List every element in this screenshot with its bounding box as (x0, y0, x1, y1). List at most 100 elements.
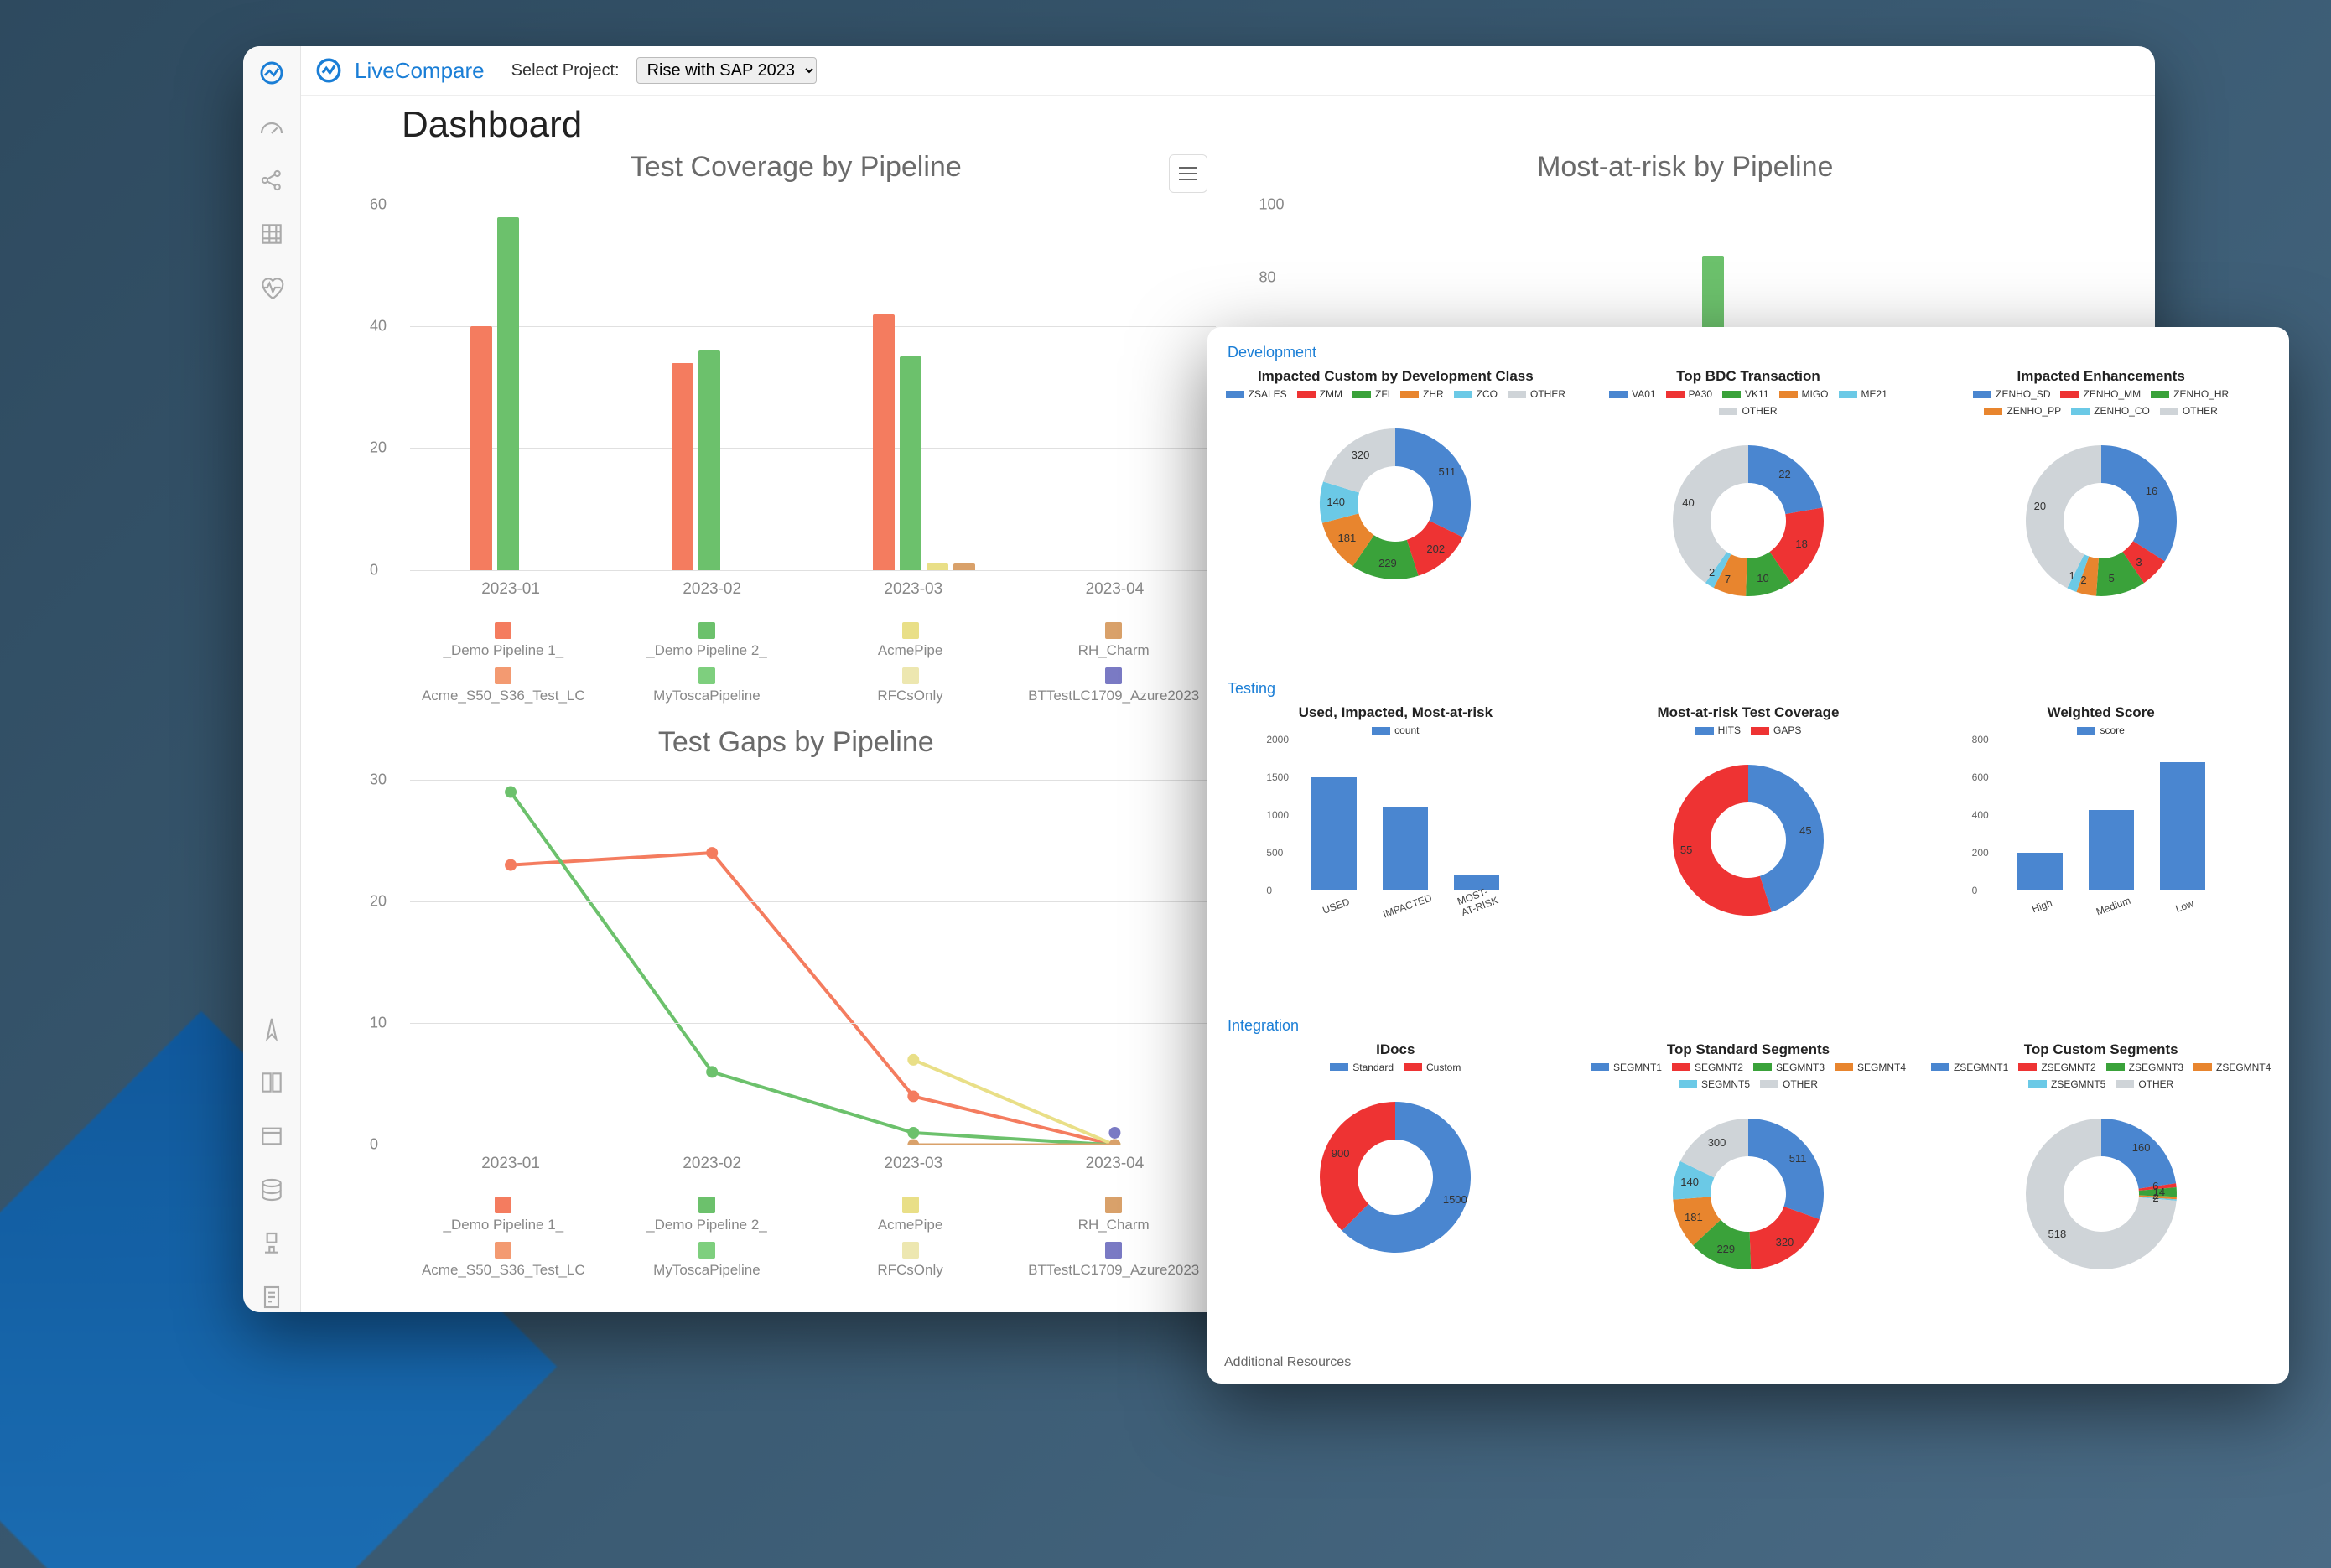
legend-item[interactable]: Acme_S50_S36_Test_LC (422, 1242, 585, 1279)
x-tick: 2023-03 (884, 580, 942, 599)
y-tick: 20 (370, 439, 387, 457)
legend-item[interactable]: _Demo Pipeline 1_ (443, 622, 563, 659)
mini-chart-idocs: IDocsStandardCustom1500900 (1224, 1041, 1567, 1350)
bar (698, 350, 720, 569)
legend-item: SEGMNT3 (1753, 1062, 1825, 1073)
legend-item[interactable]: RH_Charm (1078, 622, 1150, 659)
slice-label: 900 (1332, 1147, 1350, 1160)
grid-icon[interactable] (257, 219, 287, 249)
section-development[interactable]: Development (1228, 344, 2272, 361)
slice-label: 140 (1680, 1176, 1699, 1188)
slice-label: 181 (1337, 532, 1356, 544)
legend-item[interactable]: Acme_S50_S36_Test_LC (422, 667, 585, 704)
legend-item: ZENHO_HR (2151, 388, 2229, 400)
chart-menu-icon[interactable] (1169, 154, 1207, 193)
page-title: Dashboard (301, 96, 2155, 146)
legend-item: ZENHO_MM (2060, 388, 2141, 400)
mini-chart-topBDC: Top BDC TransactionVA01PA30VK11MIGOME21O… (1577, 368, 1920, 677)
brush-icon[interactable] (257, 1228, 287, 1259)
mini-chart-usedImpacted: Used, Impacted, Most-at-riskcount0500100… (1224, 704, 1567, 1013)
slice-label: 229 (1378, 557, 1397, 569)
pipeline-legend: _Demo Pipeline 1_ _Demo Pipeline 2_ AcmePi… (402, 1197, 1216, 1279)
legend-item: GAPS (1751, 724, 1801, 736)
y-tick: 30 (370, 771, 387, 788)
legend-item: ZENHO_CO (2071, 405, 2150, 417)
database-icon[interactable] (257, 1175, 287, 1205)
mini-title: Top Standard Segments (1667, 1041, 1830, 1058)
slice-label: 140 (1326, 496, 1345, 508)
legend-item[interactable]: RFCsOnly (877, 667, 942, 704)
sidebar (243, 46, 301, 1312)
section-integration[interactable]: Integration (1228, 1017, 2272, 1035)
legend-item[interactable]: RH_Charm (1078, 1197, 1150, 1233)
slice-label: 16 (2146, 485, 2157, 497)
legend-item: ZENHO_PP (1984, 405, 2061, 417)
y-tick: 10 (370, 1014, 387, 1031)
bar (900, 356, 921, 569)
legend-item: ME21 (1839, 388, 1887, 400)
bar (873, 314, 895, 570)
legend-item: Custom (1404, 1062, 1461, 1073)
x-tick: 2023-04 (1086, 1155, 1145, 1173)
book-icon[interactable] (257, 1067, 287, 1098)
x-tick: 2023-01 (481, 1155, 540, 1173)
bar (1311, 777, 1357, 890)
legend-item: ZSALES (1226, 388, 1287, 400)
mini-title: Weighted Score (2048, 704, 2155, 721)
additional-resources-link[interactable]: Additional Resources (1224, 1355, 2272, 1370)
section-testing[interactable]: Testing (1228, 680, 2272, 698)
slice-label: 55 (1680, 844, 1692, 856)
legend-item[interactable]: BTTestLC1709_Azure2023 (1028, 1242, 1199, 1279)
legend-item[interactable]: RFCsOnly (877, 1242, 942, 1279)
y-tick: 0 (370, 1136, 378, 1154)
bar (1383, 807, 1428, 890)
legend-item[interactable]: AcmePipe (878, 622, 942, 659)
legend-item: OTHER (2116, 1078, 2173, 1090)
x-tick: 2023-02 (683, 580, 741, 599)
bar (2017, 853, 2063, 890)
legend-item[interactable]: MyToscaPipeline (653, 667, 761, 704)
logo-icon (257, 58, 287, 88)
gauge-icon[interactable] (257, 112, 287, 142)
compass-icon[interactable] (257, 1014, 287, 1044)
slice-label: 300 (1708, 1136, 1726, 1149)
legend-item[interactable]: BTTestLC1709_Azure2023 (1028, 667, 1199, 704)
slice-label: 3 (2136, 556, 2142, 569)
slice-label: 20 (2034, 500, 2046, 512)
x-tick: High (2030, 897, 2053, 916)
legend-item: VA01 (1609, 388, 1655, 400)
window-icon[interactable] (257, 1121, 287, 1151)
heartbeat-icon[interactable] (257, 273, 287, 303)
slice-label: 320 (1776, 1236, 1794, 1249)
slice-label: 5 (2109, 572, 2115, 584)
legend-item[interactable]: _Demo Pipeline 2_ (646, 622, 767, 659)
legend-item[interactable]: _Demo Pipeline 2_ (646, 1197, 767, 1233)
legend-item: SEGMNT5 (1679, 1078, 1750, 1090)
legend-item: OTHER (1760, 1078, 1818, 1090)
y-tick: 80 (1259, 269, 1276, 287)
slice-label: 202 (1426, 543, 1445, 555)
bar (2160, 762, 2205, 890)
slice-label: 40 (1682, 496, 1694, 509)
legend-item[interactable]: AcmePipe (878, 1197, 942, 1233)
legend-item: ZSEGMNT5 (2028, 1078, 2105, 1090)
mini-title: Most-at-risk Test Coverage (1658, 704, 1840, 721)
brand-logo-icon (314, 56, 343, 85)
brand-name: LiveCompare (355, 58, 485, 84)
legend-item: SEGMNT4 (1835, 1062, 1906, 1073)
report-icon[interactable] (257, 1282, 287, 1312)
legend-item: MIGO (1779, 388, 1829, 400)
legend-item: OTHER (2160, 405, 2218, 417)
slice-label: 7 (1725, 573, 1731, 585)
legend-item[interactable]: MyToscaPipeline (653, 1242, 761, 1279)
bar (470, 326, 492, 569)
y-tick: 60 (370, 196, 387, 214)
legend-item: VK11 (1722, 388, 1768, 400)
project-select[interactable]: Rise with SAP 2023 (636, 57, 817, 84)
slice-label: 1 (2069, 569, 2075, 582)
x-tick: 2023-04 (1086, 580, 1145, 599)
legend-item[interactable]: _Demo Pipeline 1_ (443, 1197, 563, 1233)
share-icon[interactable] (257, 165, 287, 195)
legend-item: ZSEGMNT3 (2106, 1062, 2183, 1073)
slice-label: 2 (2080, 574, 2086, 586)
